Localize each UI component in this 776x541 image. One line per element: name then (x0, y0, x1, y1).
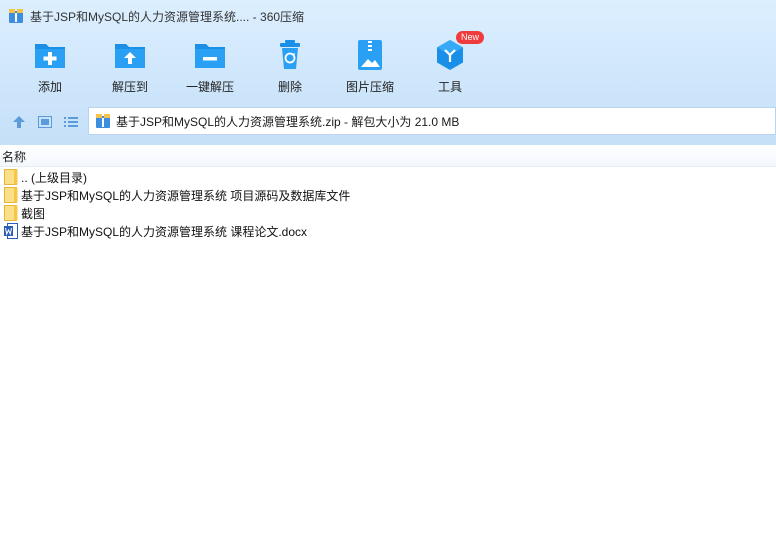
delete-button[interactable]: 删除 (250, 38, 330, 98)
file-name: 基于JSP和MySQL的人力资源管理系统 课程论文.docx (21, 224, 308, 239)
list-view-button[interactable] (58, 109, 84, 135)
list-item-screenshots-folder[interactable]: 截图 (0, 204, 776, 222)
add-folder-icon (33, 40, 67, 70)
list-item-parent-dir[interactable]: .. (上级目录) (0, 168, 776, 186)
list-item-docx[interactable]: 基于JSP和MySQL的人力资源管理系统 课程论文.docx (0, 222, 776, 240)
address-row: 基于JSP和MySQL的人力资源管理系统.zip - 解包大小为 21.0 MB (0, 107, 776, 137)
one-click-extract-icon (193, 40, 227, 70)
list-item-source-folder[interactable]: 基于JSP和MySQL的人力资源管理系统 项目源码及数据库文件 (0, 186, 776, 204)
list-view-icon (64, 117, 78, 127)
file-list: .. (上级目录) 基于JSP和MySQL的人力资源管理系统 项目源码及数据库文… (0, 168, 776, 240)
image-compress-icon (353, 40, 387, 70)
folder-icon (4, 187, 18, 203)
extract-to-button[interactable]: 解压到 (90, 38, 170, 98)
window-title: 基于JSP和MySQL的人力资源管理系统.... - 360压缩 (30, 9, 305, 24)
address-bar[interactable]: 基于JSP和MySQL的人力资源管理系统.zip - 解包大小为 21.0 MB (88, 107, 776, 135)
extract-to-icon (113, 40, 147, 70)
file-name: .. (上级目录) (21, 170, 87, 185)
add-button[interactable]: 添加 (10, 38, 90, 98)
new-badge: New (456, 31, 485, 44)
up-arrow-icon (13, 116, 25, 128)
column-name-header[interactable]: 名称 (2, 148, 26, 165)
image-compress-button[interactable]: 图片压缩 (330, 38, 410, 98)
file-name: 截图 (21, 206, 46, 221)
top-panel: 基于JSP和MySQL的人力资源管理系统.... - 360压缩 添加 解压到 … (0, 0, 776, 145)
extract-to-label: 解压到 (111, 80, 148, 94)
zip-file-icon (95, 113, 111, 129)
archive-app-icon (8, 8, 24, 24)
tools-button[interactable]: New 工具 (410, 31, 490, 98)
word-doc-icon (4, 223, 18, 239)
column-header: 名称 (0, 145, 776, 167)
address-text: 基于JSP和MySQL的人力资源管理系统.zip - 解包大小为 21.0 MB (116, 114, 460, 129)
add-label: 添加 (37, 80, 62, 94)
image-compress-label: 图片压缩 (345, 80, 394, 94)
title-bar: 基于JSP和MySQL的人力资源管理系统.... - 360压缩 (0, 0, 776, 32)
one-click-extract-label: 一键解压 (185, 80, 234, 94)
thumbnail-view-button[interactable] (32, 109, 58, 135)
up-level-button[interactable] (6, 109, 32, 135)
one-click-extract-button[interactable]: 一键解压 (170, 38, 250, 98)
file-name: 基于JSP和MySQL的人力资源管理系统 项目源码及数据库文件 (21, 188, 351, 203)
delete-label: 删除 (277, 80, 302, 94)
thumbnail-view-icon (38, 116, 52, 128)
recycle-bin-icon (273, 40, 307, 70)
tools-label: 工具 (437, 80, 462, 94)
folder-icon (4, 205, 18, 221)
tools-icon (433, 40, 467, 70)
folder-icon (4, 169, 18, 185)
toolbar: 添加 解压到 一键解压 删除 图片压缩 New 工具 (10, 31, 490, 98)
